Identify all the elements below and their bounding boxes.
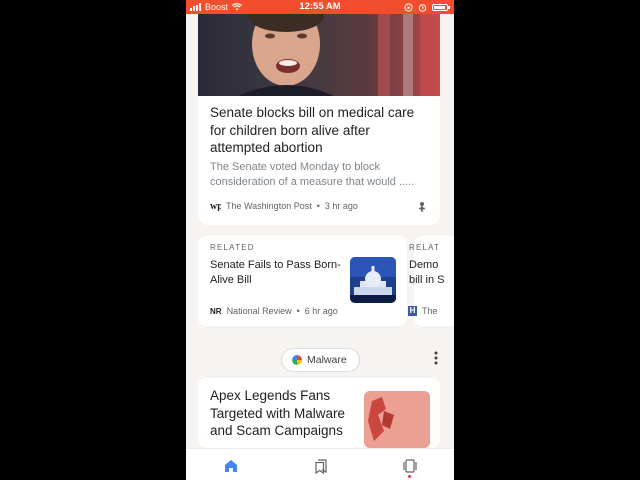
topic-pinwheel-icon (292, 355, 302, 365)
story-snippet: The Senate voted Monday to block conside… (210, 161, 415, 188)
related-headline[interactable]: Senate Fails to Pass Born-Alive Bill (210, 258, 342, 288)
newsstand-icon (403, 459, 417, 473)
top-story-card[interactable]: Senate blocks bill on medical care for c… (198, 14, 440, 225)
story-card-apex[interactable]: Apex Legends Fans Targeted with Malware … (198, 378, 440, 448)
related-time: 6 hr ago (304, 306, 338, 316)
story-thumbnail-2 (364, 391, 430, 448)
screen-lock-icon (404, 2, 413, 12)
more-options-icon[interactable] (434, 351, 438, 365)
phone-screen: Boost 12:55 AM Senate blocks bill on med… (186, 0, 454, 480)
nav-following-button[interactable] (311, 457, 331, 475)
nav-home-button[interactable] (221, 457, 241, 475)
related-source-2[interactable]: The (422, 306, 438, 316)
bookmarks-icon (315, 458, 327, 474)
story-photo (198, 14, 440, 96)
bottom-navigation (186, 448, 454, 480)
story-time: 3 hr ago (324, 200, 358, 211)
related-thumbnail (350, 257, 396, 303)
story-headline-2[interactable]: Apex Legends Fans Targeted with Malware … (210, 387, 360, 440)
separator-dot: • (296, 306, 300, 316)
hill-logo: H (408, 306, 417, 316)
separator-dot: • (316, 200, 320, 211)
related-label: RELATED (210, 243, 255, 252)
story-source-row: wp The Washington Post • 3 hr ago (210, 200, 358, 212)
related-source[interactable]: National Review (227, 306, 292, 316)
svg-text:wp: wp (210, 201, 221, 211)
battery-icon (432, 3, 450, 11)
topic-chip-label: Malware (307, 354, 347, 366)
related-story-card-2[interactable]: RELAT Demo bill in S H The (408, 236, 454, 326)
related-source-row-2: H The (408, 306, 438, 316)
national-review-logo: NR (210, 306, 222, 316)
notification-dot (408, 475, 411, 478)
status-right (404, 0, 450, 14)
full-coverage-icon[interactable] (418, 200, 426, 214)
home-icon (225, 460, 237, 472)
topic-chip-malware[interactable]: Malware (281, 348, 360, 372)
story-source[interactable]: The Washington Post (226, 201, 312, 211)
alarm-icon (418, 3, 427, 12)
related-story-card[interactable]: RELATED Senate Fails to Pass Born-Alive … (198, 236, 407, 326)
related-label-2: RELAT (409, 243, 441, 252)
washington-post-logo-icon: wp (210, 201, 221, 211)
status-bar: Boost 12:55 AM (186, 0, 454, 14)
story-headline[interactable]: Senate blocks bill on medical care for c… (210, 104, 430, 157)
nav-newsstand-button[interactable] (400, 457, 420, 475)
related-headline-2[interactable]: Demo bill in S (409, 258, 449, 288)
related-source-row: NR National Review • 6 hr ago (210, 306, 338, 316)
